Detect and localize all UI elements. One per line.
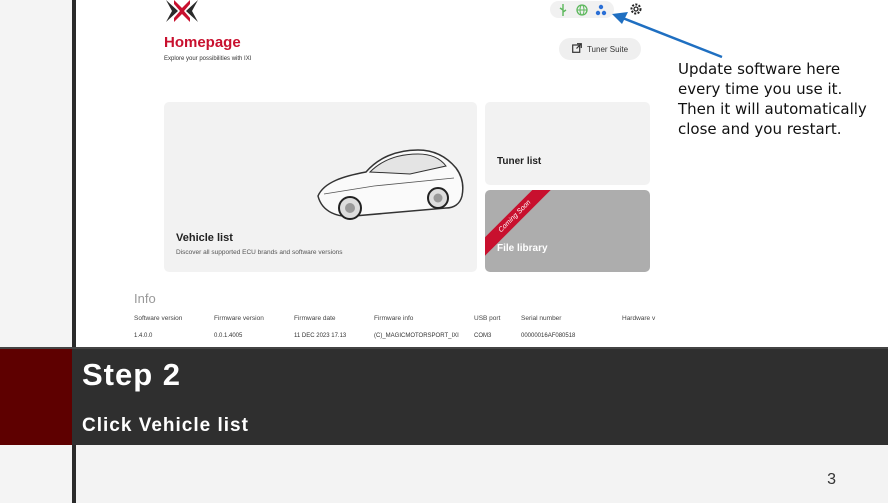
- file-library-card: Coming Soon File library: [485, 190, 650, 272]
- info-header: Firmware version: [214, 315, 264, 322]
- update-annotation: Update software here every time you use …: [678, 60, 867, 138]
- annotation-arrow: [612, 12, 723, 59]
- page-title: Homepage: [164, 34, 241, 51]
- step-banner: Step 2 Click Vehicle list: [0, 347, 888, 445]
- info-header: Hardware v: [622, 315, 656, 322]
- step-title: Step 2: [82, 357, 182, 392]
- page-number: 3: [827, 471, 836, 488]
- usb-icon[interactable]: [557, 3, 569, 16]
- tuner-list-card[interactable]: Tuner list: [485, 102, 650, 185]
- info-header: Serial number: [521, 315, 562, 322]
- page-subtitle: Explore your possibilities with IXI: [164, 56, 252, 62]
- info-value: 11 DEC 2023 17.13: [294, 333, 347, 339]
- info-value: COM3: [474, 333, 492, 339]
- info-header: USB port: [474, 315, 501, 322]
- ixi-logo: [164, 0, 200, 22]
- banner-accent: [0, 349, 72, 445]
- vehicle-list-card[interactable]: Vehicle list Discover all supported ECU …: [164, 102, 477, 272]
- info-value: 00000016AF080518: [521, 333, 576, 339]
- vehicle-list-description: Discover all supported ECU brands and so…: [176, 249, 343, 256]
- tuner-list-title: Tuner list: [497, 156, 542, 167]
- slide-footer: [76, 445, 888, 503]
- vehicle-list-title: Vehicle list: [176, 232, 233, 244]
- step-instruction: Click Vehicle list: [82, 415, 249, 436]
- info-header: Software version: [134, 315, 183, 322]
- info-value: 1.4.0.0: [134, 333, 153, 339]
- info-value: 0.0.1.4005: [214, 333, 243, 339]
- globe-icon[interactable]: [576, 3, 588, 16]
- info-header: Firmware date: [294, 315, 336, 322]
- file-library-title: File library: [497, 243, 548, 254]
- info-header: Firmware info: [374, 315, 414, 322]
- info-section-title: Info: [134, 291, 156, 306]
- sports-car-illustration: [317, 149, 464, 220]
- app-window: Homepage Explore your possibilities with…: [124, 0, 662, 347]
- external-link-icon: [572, 43, 582, 55]
- info-value: (C)_MAGICMOTORSPORT_IXI: [374, 333, 459, 339]
